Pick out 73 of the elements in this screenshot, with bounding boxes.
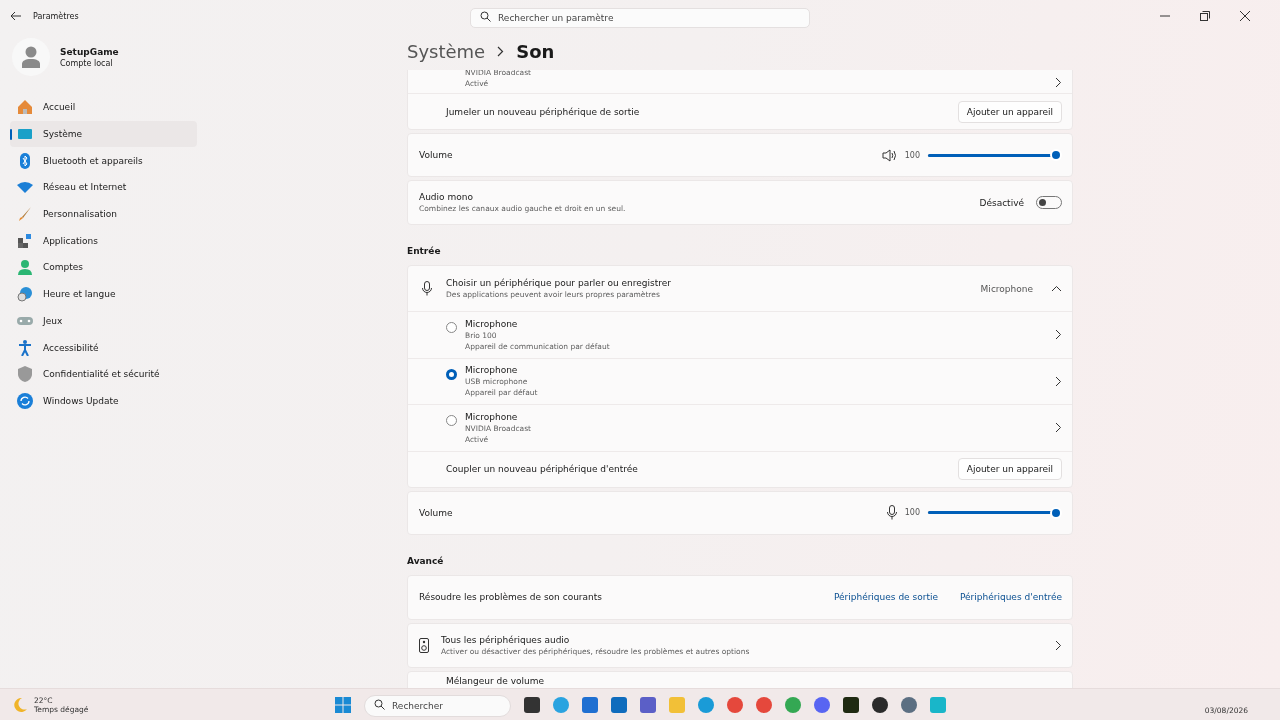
globe-clock-icon [17, 286, 33, 303]
back-icon[interactable] [10, 11, 21, 21]
accessibility-icon [17, 339, 33, 356]
speaker-icon[interactable] [881, 148, 897, 162]
device-name: Microphone [465, 365, 519, 376]
sidebar-item[interactable]: Accessibilité [10, 334, 197, 361]
pair-label: Coupler un nouveau périphérique d'entrée [446, 464, 638, 474]
volume-label: Volume [419, 507, 453, 518]
chevron-right-icon [1055, 375, 1062, 387]
maximize-icon[interactable] [1200, 11, 1210, 21]
volume-reading: 100 [904, 508, 920, 517]
section-heading: Avancé [407, 554, 445, 568]
moon-icon [12, 696, 28, 713]
sync-icon [17, 392, 33, 409]
setting-title: Mélangeur de volume [446, 675, 544, 686]
device-name: Microphone [465, 318, 519, 329]
chevron-icon[interactable] [1051, 285, 1062, 292]
windows-logo-icon[interactable] [335, 696, 351, 713]
bluetooth-icon [17, 152, 33, 169]
sidebar-item[interactable]: Système [10, 120, 197, 148]
avatar [12, 38, 50, 76]
search-icon [374, 699, 385, 710]
volume-reading: 100 [904, 150, 920, 160]
search-icon [480, 10, 491, 22]
close-icon[interactable] [1240, 11, 1250, 21]
page-title: Son [516, 40, 555, 62]
sidebar-item[interactable]: Windows Update [10, 387, 197, 415]
sidebar-item[interactable]: Heure et langue [10, 280, 197, 308]
window-title: Paramètres [33, 11, 79, 21]
sidebar-item[interactable]: Comptes [10, 254, 197, 281]
volume-label: Volume [419, 150, 453, 160]
chevron-right-icon [497, 45, 505, 57]
sidebar-item[interactable]: Réseau et Internet [10, 174, 197, 201]
apps-icon [17, 232, 33, 249]
chevron-right-icon [1055, 639, 1062, 651]
toggle-state-label: Désactivé [979, 197, 1024, 208]
chevron-right-icon [1055, 422, 1062, 434]
mixer-card[interactable]: Mélangeur de volume [407, 670, 1073, 688]
setting-title: Résoudre les problèmes de son courants [419, 592, 602, 602]
microphone-icon [422, 281, 432, 296]
setting-title: Tous les périphériques audio [441, 634, 571, 645]
wifi-icon [17, 179, 33, 196]
chevron-right-icon [1055, 329, 1062, 341]
sidebar-item[interactable]: Confidentialité et sécurité [10, 360, 197, 388]
speaker-icon [419, 637, 429, 653]
add-device-button[interactable]: Ajouter un appareil [957, 458, 1062, 480]
radio-button[interactable] [446, 322, 457, 333]
radio-button[interactable] [446, 368, 457, 380]
search-field[interactable]: Rechercher un paramètre [470, 8, 810, 28]
person-icon [17, 259, 33, 276]
sidebar-item[interactable]: Accueil [10, 94, 197, 121]
link[interactable]: Périphériques de sortie [833, 592, 938, 602]
microphone-icon[interactable] [886, 505, 897, 520]
sidebar-item[interactable]: Bluetooth et appareils [10, 147, 197, 175]
sidebar-item[interactable]: Personnalisation [10, 200, 197, 228]
current-device: Microphone [980, 283, 1033, 294]
add-device-button[interactable]: Ajouter un appareil [957, 100, 1062, 123]
taskbar-search-field[interactable]: Rechercher [364, 694, 511, 717]
account-name: SetupGame [60, 46, 119, 57]
section-heading: Entrée [407, 245, 442, 258]
shield-icon [17, 366, 33, 383]
sidebar-item[interactable]: Jeux [10, 307, 197, 335]
account-type: Compte local [60, 58, 114, 68]
setting-title: Choisir un périphérique pour parler ou enregistrer [446, 278, 672, 288]
home-icon [17, 99, 33, 116]
setting-title: Audio mono [419, 192, 474, 202]
pair-label: Jumeler un nouveau périphérique de sortie [446, 106, 640, 117]
link[interactable]: Périphériques d'entrée [959, 592, 1062, 602]
sidebar-item[interactable]: Applications [10, 227, 197, 255]
breadcrumb-link[interactable]: Système [407, 40, 486, 62]
radio-button[interactable] [446, 415, 457, 426]
chevron-right-icon[interactable] [1055, 77, 1062, 88]
device-name: Microphone [465, 411, 519, 422]
